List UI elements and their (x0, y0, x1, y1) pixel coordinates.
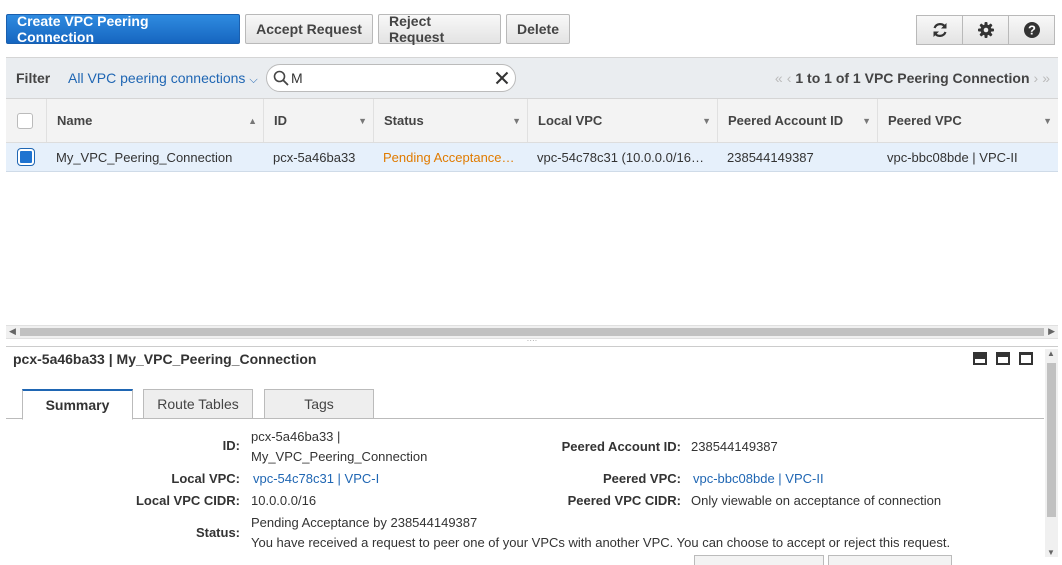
id-label: ID: (222, 438, 240, 453)
chevron-down-icon: ▼ (358, 115, 367, 126)
reject-request-button[interactable]: Reject Request (378, 13, 501, 45)
create-vpc-peering-button[interactable]: Create VPC Peering Connection (6, 13, 240, 45)
cell-peered-vpc: vpc-bbc08bde | VPC-II (887, 150, 1018, 165)
detail-title: pcx-5a46ba33 | My_VPC_Peering_Connection (13, 351, 317, 367)
cell-id: pcx-5a46ba33 (273, 150, 356, 165)
layout-full-icon[interactable] (1019, 352, 1033, 365)
scroll-down-icon[interactable]: ▼ (1047, 548, 1055, 557)
cell-name: My_VPC_Peering_Connection (56, 150, 233, 165)
filter-label: Filter (16, 70, 51, 86)
column-header-local-vpc[interactable]: Local VPC ▼ (527, 99, 717, 142)
svg-text:?: ? (1028, 23, 1036, 38)
table-row[interactable]: My_VPC_Peering_Connection pcx-5a46ba33 P… (6, 143, 1058, 172)
select-all-checkbox[interactable] (17, 113, 33, 129)
scroll-up-icon[interactable]: ▲ (1047, 349, 1055, 358)
cell-peered-account: 238544149387 (727, 150, 814, 165)
sort-ascending-icon: ▲ (248, 115, 257, 126)
column-header-label: Peered VPC (888, 113, 962, 128)
column-header-peered-account[interactable]: Peered Account ID ▼ (717, 99, 877, 142)
tab-tags[interactable]: Tags (264, 389, 374, 419)
chevron-down-icon: ⌵ (249, 74, 258, 86)
detail-tabs: Summary Route Tables Tags (6, 388, 1044, 420)
scroll-right-icon[interactable]: ▶ (1048, 326, 1055, 337)
search-icon (273, 70, 289, 86)
column-header-peered-vpc[interactable]: Peered VPC ▼ (877, 99, 1058, 142)
chevron-down-icon: ▼ (1043, 115, 1052, 126)
settings-button[interactable] (962, 15, 1009, 45)
local-vpc-link[interactable]: vpc-54c78c31 | VPC-I (253, 471, 379, 486)
delete-button[interactable]: Delete (506, 14, 570, 44)
clear-search-icon[interactable] (495, 71, 509, 85)
pagination: « ‹ 1 to 1 of 1 VPC Peering Connection ›… (775, 70, 1050, 86)
layout-split-icon[interactable] (996, 352, 1010, 365)
pagination-text: 1 to 1 of 1 VPC Peering Connection (795, 70, 1030, 86)
pane-splitter-handle[interactable]: ···· (6, 337, 1058, 347)
search-box (266, 64, 516, 92)
id-value-line1: pcx-5a46ba33 | (251, 429, 341, 444)
last-page-icon[interactable]: » (1042, 70, 1050, 86)
column-header-name[interactable]: Name ▲ (46, 99, 263, 142)
scrollbar-thumb[interactable] (1047, 363, 1056, 517)
column-header-id[interactable]: ID ▼ (263, 99, 373, 142)
prev-page-icon[interactable]: ‹ (787, 70, 792, 86)
chevron-down-icon: ▼ (512, 115, 521, 126)
first-page-icon[interactable]: « (775, 70, 783, 86)
row-checkbox[interactable] (18, 149, 34, 165)
search-input[interactable] (291, 69, 481, 87)
peered-account-label: Peered Account ID: (561, 439, 681, 454)
status-value-line2: You have received a request to peer one … (251, 535, 951, 550)
local-cidr-value: 10.0.0.0/16 (251, 493, 317, 508)
status-value-line1: Pending Acceptance by 238544149387 (251, 515, 478, 530)
accept-request-button[interactable]: Accept Request (245, 14, 373, 44)
peered-account-value: 238544149387 (691, 439, 778, 454)
tab-route-tables[interactable]: Route Tables (143, 389, 253, 419)
column-header-label: Peered Account ID (728, 113, 844, 128)
filter-select[interactable]: All VPC peering connections ⌵ (68, 70, 258, 87)
local-cidr-label: Local VPC CIDR: (135, 493, 240, 508)
cutoff-button[interactable] (828, 555, 952, 565)
refresh-button[interactable] (916, 15, 963, 45)
column-header-label: Status (384, 113, 424, 128)
scroll-left-icon[interactable]: ◀ (9, 326, 16, 337)
peered-vpc-link[interactable]: vpc-bbc08bde | VPC-II (693, 471, 824, 486)
column-header-label: Local VPC (538, 113, 603, 128)
table-header: Name ▲ ID ▼ Status ▼ Local VPC ▼ Peered … (6, 99, 1058, 143)
peered-cidr-value: Only viewable on acceptance of connectio… (691, 493, 942, 508)
cell-local-vpc: vpc-54c78c31 (10.0.0.0/16) | VPC-I (537, 150, 707, 165)
filter-bar: Filter All VPC peering connections ⌵ « ‹… (6, 57, 1058, 99)
filter-selected-value: All VPC peering connections (68, 70, 246, 86)
cutoff-button[interactable] (694, 555, 824, 565)
help-button[interactable]: ? (1008, 15, 1055, 45)
column-header-label: Name (57, 113, 93, 128)
gear-icon (977, 22, 994, 38)
help-icon: ? (1023, 22, 1040, 38)
local-vpc-label: Local VPC: (171, 471, 240, 486)
vertical-scrollbar[interactable]: ▲ ▼ (1045, 349, 1058, 557)
peered-vpc-label: Peered VPC: (602, 471, 681, 486)
refresh-icon (932, 23, 947, 37)
peered-cidr-label: Peered VPC CIDR: (567, 493, 681, 508)
id-value-line2: My_VPC_Peering_Connection (251, 449, 428, 464)
tab-summary[interactable]: Summary (22, 389, 133, 420)
chevron-down-icon: ▼ (862, 115, 871, 126)
cell-status: Pending Acceptance by 238544149387 (383, 150, 518, 165)
scrollbar-thumb[interactable] (20, 328, 1044, 336)
column-header-status[interactable]: Status ▼ (373, 99, 527, 142)
chevron-down-icon: ▼ (702, 115, 711, 126)
column-header-label: ID (274, 113, 287, 128)
status-label: Status: (195, 525, 240, 540)
layout-bottom-icon[interactable] (973, 352, 987, 365)
next-page-icon[interactable]: › (1034, 70, 1039, 86)
